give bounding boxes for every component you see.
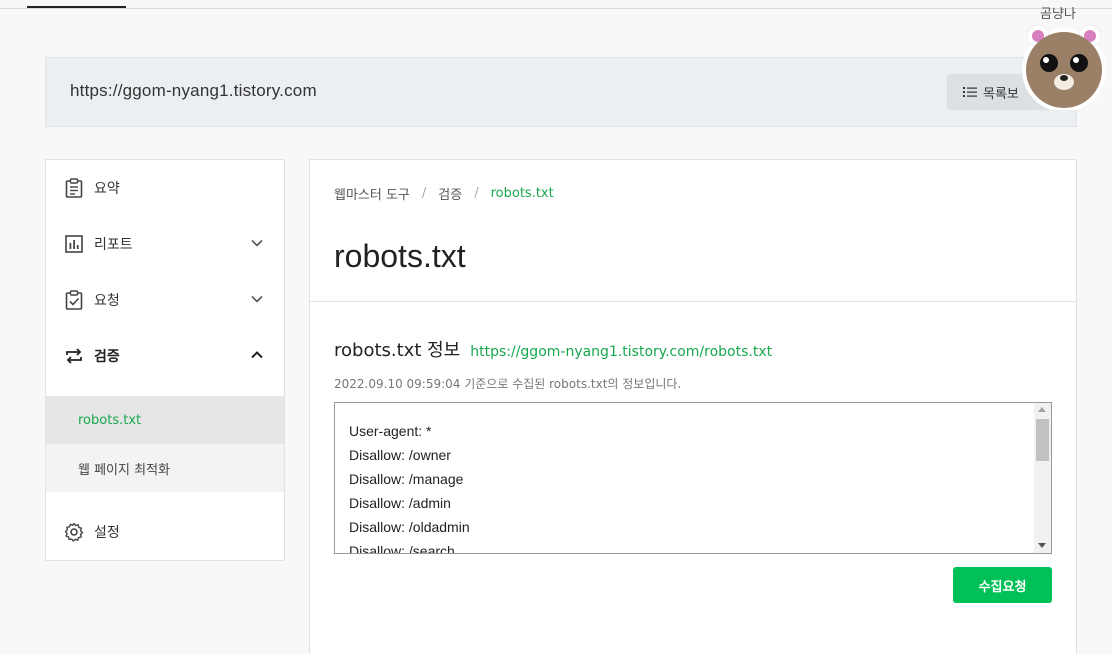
checklist-icon bbox=[64, 290, 84, 310]
sidebar-subitem-label: 웹 페이지 최적화 bbox=[78, 462, 170, 478]
breadcrumb-item[interactable]: 검증 bbox=[438, 184, 462, 203]
chevron-down-icon bbox=[251, 239, 263, 247]
top-divider bbox=[0, 8, 1112, 9]
robots-line: User-agent: * bbox=[349, 423, 432, 439]
sidebar-item-label: 요청 bbox=[94, 293, 120, 309]
breadcrumb-separator: / bbox=[421, 186, 427, 201]
list-icon bbox=[963, 87, 977, 97]
gear-icon bbox=[64, 522, 84, 542]
robots-line: Disallow: /search bbox=[349, 543, 455, 554]
site-url: https://ggom-nyang1.tistory.com bbox=[70, 81, 317, 100]
sidebar-item-label: 요약 bbox=[94, 181, 120, 197]
bear-mascot-icon[interactable] bbox=[1016, 0, 1112, 110]
sidebar-item-label: 검증 bbox=[94, 349, 120, 365]
clipboard-icon bbox=[64, 178, 84, 198]
robots-scrollbar[interactable] bbox=[1034, 403, 1051, 553]
robots-content-box[interactable]: User-agent: * Disallow: /owner Disallow:… bbox=[334, 402, 1052, 554]
scroll-up-arrow-icon[interactable] bbox=[1038, 407, 1046, 412]
sidebar-item-label: 리포트 bbox=[94, 237, 133, 253]
list-view-label: 목록보 bbox=[983, 86, 1019, 102]
sidebar-item-label: 설정 bbox=[94, 525, 120, 541]
sidebar: 요약 리포트 요청 검증 robots.txt 웹 페이지 최적화 설정 bbox=[45, 159, 285, 561]
robots-line: Disallow: /admin bbox=[349, 495, 451, 511]
site-bar: https://ggom-nyang1.tistory.com 목록보 bbox=[45, 57, 1077, 127]
robots-content: User-agent: * Disallow: /owner Disallow:… bbox=[349, 419, 470, 554]
sidebar-item-settings[interactable]: 설정 bbox=[46, 504, 284, 560]
page-title: robots.txt bbox=[334, 238, 466, 274]
chart-icon bbox=[64, 234, 84, 254]
robots-info-description: 2022.09.10 09:59:04 기준으로 수집된 robots.txt의… bbox=[334, 377, 682, 391]
collect-request-button[interactable]: 수집요청 bbox=[953, 567, 1052, 603]
chevron-down-icon bbox=[251, 295, 263, 303]
sidebar-subitem-robots[interactable]: robots.txt bbox=[46, 396, 284, 444]
sidebar-item-summary[interactable]: 요약 bbox=[46, 160, 284, 216]
chevron-up-icon bbox=[251, 351, 263, 359]
main-content: 웹마스터 도구 / 검증 / robots.txt robots.txt rob… bbox=[309, 159, 1077, 654]
robots-line: Disallow: /owner bbox=[349, 447, 451, 463]
robots-info-title: robots.txt 정보 bbox=[334, 340, 461, 361]
robots-line: Disallow: /manage bbox=[349, 471, 464, 487]
sidebar-item-request[interactable]: 요청 bbox=[46, 272, 284, 328]
robots-file-link[interactable]: https://ggom-nyang1.tistory.com/robots.t… bbox=[470, 344, 772, 360]
swap-arrows-icon bbox=[64, 346, 84, 366]
breadcrumb-separator: / bbox=[474, 186, 479, 201]
scroll-down-arrow-icon[interactable] bbox=[1038, 543, 1046, 548]
robots-line: Disallow: /oldadmin bbox=[349, 519, 470, 535]
scroll-thumb[interactable] bbox=[1036, 419, 1049, 461]
breadcrumb-current: robots.txt bbox=[490, 186, 554, 201]
sidebar-item-report[interactable]: 리포트 bbox=[46, 216, 284, 272]
breadcrumb-item[interactable]: 웹마스터 도구 bbox=[334, 184, 410, 203]
robots-info-heading: robots.txt 정보 https://ggom-nyang1.tistor… bbox=[334, 336, 772, 362]
breadcrumb: 웹마스터 도구 / 검증 / robots.txt bbox=[334, 184, 554, 203]
sidebar-subitem-label: robots.txt bbox=[78, 412, 142, 428]
sidebar-subitem-web-optimization[interactable]: 웹 페이지 최적화 bbox=[46, 444, 284, 492]
sidebar-item-verify[interactable]: 검증 bbox=[46, 328, 284, 384]
top-tab-indicator bbox=[27, 6, 126, 8]
section-divider bbox=[310, 301, 1076, 302]
